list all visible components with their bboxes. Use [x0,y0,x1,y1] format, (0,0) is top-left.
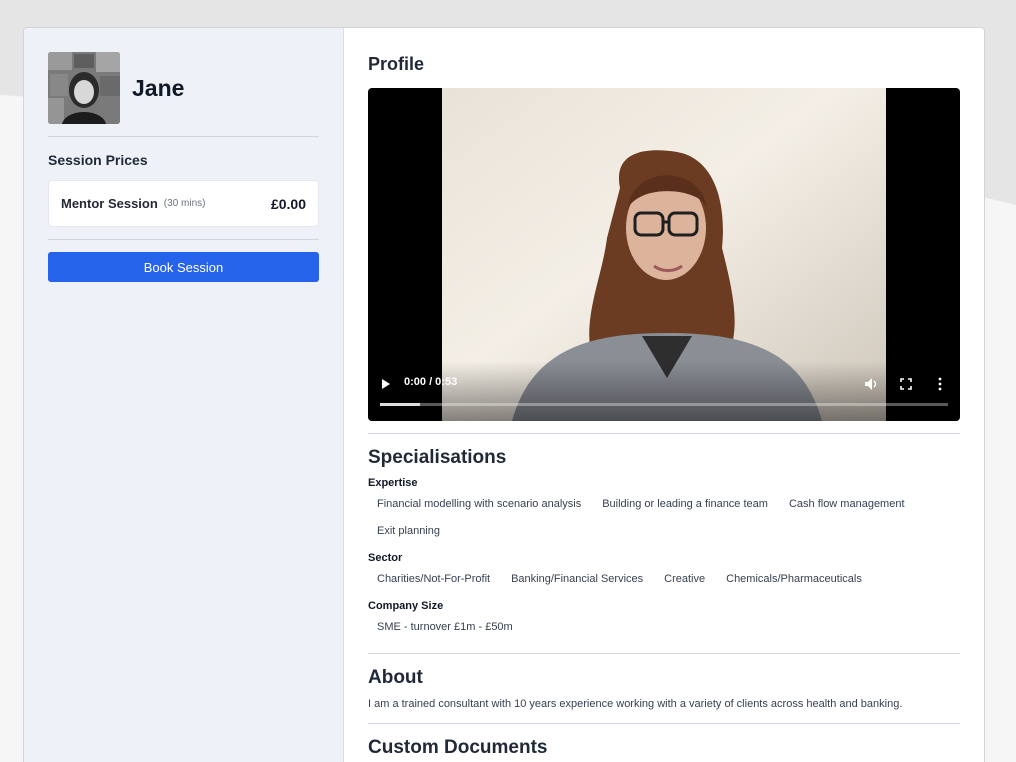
session-prices-title: Session Prices [48,152,148,168]
mentor-name: Jane [132,74,185,101]
specialisations-title: Specialisations [368,447,507,468]
section-divider [368,653,960,654]
profile-video[interactable]: 0:00 / 0:53 [368,88,960,421]
tag: Exit planning [377,525,440,537]
section-divider [368,433,960,434]
more-vertical-icon[interactable] [938,377,942,391]
spec-group-label: Company Size [368,600,444,612]
price-option-amount: £0.00 [270,195,306,212]
profile-title: Profile [368,54,425,74]
video-time: 0:00 / 0:53 [404,376,458,388]
video-progress-fill [380,403,420,406]
fullscreen-icon[interactable] [900,378,912,390]
tag: Building or leading a finance team [602,498,768,510]
tag-list: SME - turnover £1m - £50m [368,614,960,641]
spec-group-sector: Sector Charities/Not-For-Profit Banking/… [368,551,960,593]
spec-group-company-size: Company Size SME - turnover £1m - £50m [368,599,960,641]
sidebar: Jane Session Prices Mentor Session (30 m… [24,28,344,762]
tag: SME - turnover £1m - £50m [377,621,513,633]
tag-list: Financial modelling with scenario analys… [368,491,960,545]
tag: Banking/Financial Services [511,573,644,585]
tag: Financial modelling with scenario analys… [377,498,582,510]
profile-main: Profile 0:00 / 0:53 Specialisations Expe… [344,28,984,762]
section-divider [368,723,960,724]
about-title: About [368,667,423,688]
video-controls: 0:00 / 0:53 [368,361,960,421]
play-icon[interactable] [382,379,390,389]
sidebar-divider [48,239,319,240]
tag-list: Charities/Not-For-Profit Banking/Financi… [368,566,960,593]
volume-icon[interactable] [864,377,878,391]
tag: Chemicals/Pharmaceuticals [726,573,862,585]
tag: Cash flow management [788,498,905,510]
video-progress-bar[interactable] [380,403,948,406]
avatar [48,52,120,124]
spec-group-expertise: Expertise Financial modelling with scena… [368,476,960,545]
about-text: I am a trained consultant with 10 years … [368,698,903,710]
custom-documents-title: Custom Documents [368,737,548,758]
price-option-name: Mentor Session [61,196,158,211]
spec-group-label: Expertise [368,477,418,489]
tag: Charities/Not-For-Profit [377,573,491,585]
book-session-button[interactable]: Book Session [48,252,319,282]
price-option[interactable]: Mentor Session (30 mins) £0.00 [48,180,319,227]
mentor-header: Jane [48,52,319,124]
sidebar-divider [48,136,319,137]
mentor-profile-card: Jane Session Prices Mentor Session (30 m… [23,27,985,762]
spec-group-label: Sector [368,552,403,564]
price-option-duration: (30 mins) [163,198,206,209]
tag: Creative [664,573,706,585]
